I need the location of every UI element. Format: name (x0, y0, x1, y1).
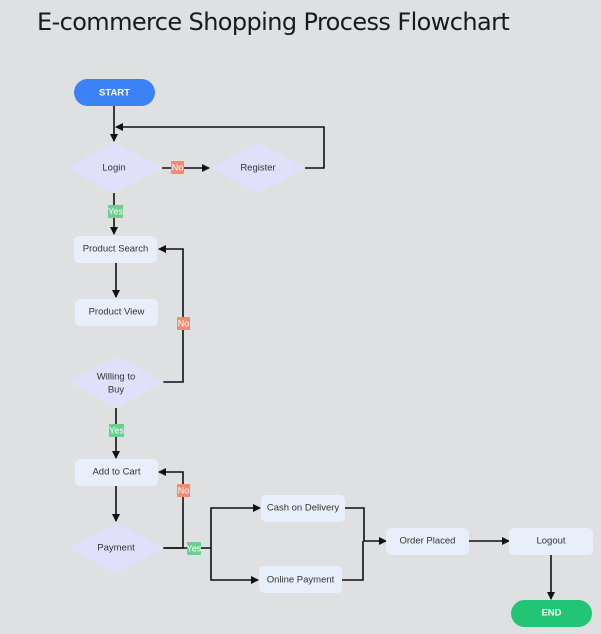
svg-text:Add to Cart: Add to Cart (92, 467, 140, 478)
svg-text:Yes: Yes (108, 206, 123, 216)
svg-text:No: No (178, 485, 190, 495)
edge-online-order (342, 541, 364, 581)
svg-text:START: START (99, 88, 130, 99)
flowchart: No Yes No Yes No Yes START Login Registe… (67, 79, 593, 627)
svg-text:Product View: Product View (89, 307, 145, 318)
svg-text:END: END (541, 608, 561, 619)
svg-text:Yes: Yes (109, 425, 124, 435)
svg-text:Logout: Logout (536, 536, 565, 547)
edges (110, 106, 555, 600)
edge-cod-order (345, 507, 387, 545)
product-search-node[interactable]: Product Search (74, 236, 157, 263)
logout-node[interactable]: Logout (509, 528, 593, 555)
order-placed-node[interactable]: Order Placed (386, 528, 469, 555)
edge-to-online (210, 548, 259, 584)
edge-label-willing-no: No (177, 317, 190, 330)
svg-text:Login: Login (102, 163, 125, 174)
cash-on-delivery-node[interactable]: Cash on Delivery (261, 495, 345, 522)
svg-text:Buy: Buy (108, 385, 125, 396)
edge-payment-cart (158, 468, 184, 549)
edge-label-payment-no: No (177, 484, 190, 497)
login-decision[interactable]: Login (67, 143, 162, 193)
svg-text:Cash on Delivery: Cash on Delivery (267, 503, 340, 514)
edge-label-login-no: No (171, 161, 184, 174)
svg-text:Payment: Payment (97, 543, 135, 554)
svg-text:Willing to: Willing to (97, 372, 136, 383)
online-payment-node[interactable]: Online Payment (259, 566, 342, 593)
svg-text:Order Placed: Order Placed (400, 536, 456, 547)
svg-text:No: No (172, 162, 184, 172)
product-view-node[interactable]: Product View (75, 299, 158, 326)
svg-text:Product Search: Product Search (83, 244, 148, 255)
svg-text:No: No (178, 318, 190, 328)
svg-text:Yes: Yes (187, 543, 202, 553)
edge-label-willing-yes: Yes (109, 424, 124, 437)
edge-label-payment-yes: Yes (187, 542, 202, 555)
register-decision[interactable]: Register (211, 143, 305, 193)
add-to-cart-node[interactable]: Add to Cart (75, 459, 158, 486)
svg-text:Online Payment: Online Payment (267, 575, 335, 586)
payment-decision[interactable]: Payment (69, 523, 164, 574)
edge-willing-search (158, 245, 184, 383)
start-node[interactable]: START (74, 79, 155, 106)
svg-text:Register: Register (240, 163, 275, 174)
end-node[interactable]: END (511, 600, 592, 627)
edge-to-cod (210, 504, 261, 548)
willing-to-buy-decision[interactable]: Willing to Buy (69, 357, 164, 408)
edge-label-login-yes: Yes (108, 205, 123, 218)
